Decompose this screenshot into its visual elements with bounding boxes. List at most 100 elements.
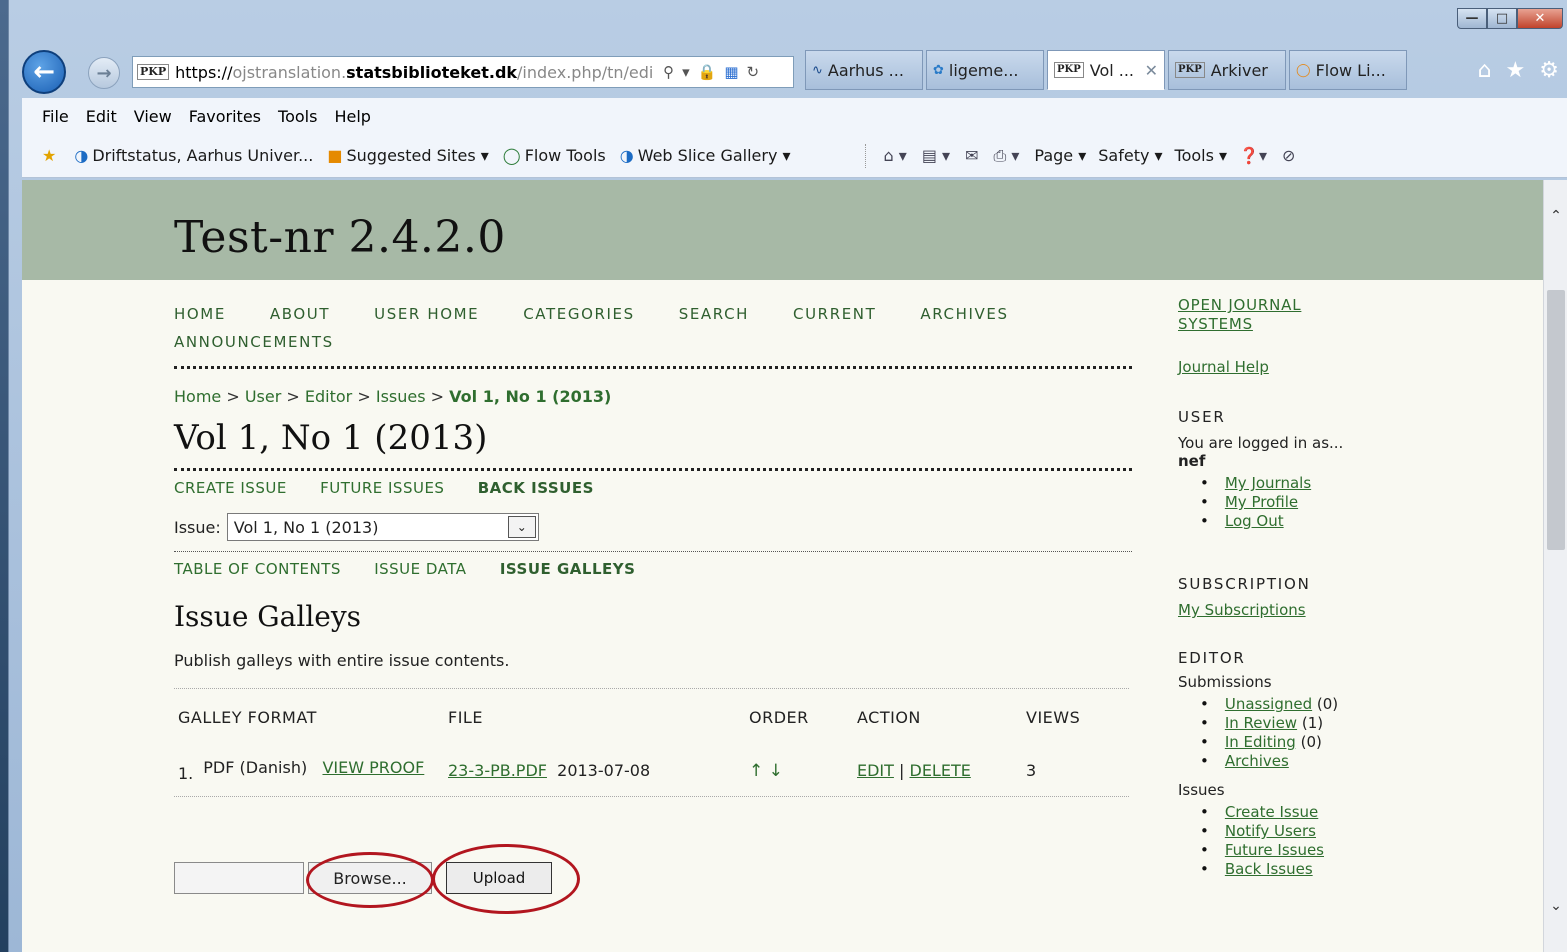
tab-issue-data[interactable]: ISSUE DATA <box>374 560 466 578</box>
menu-tools[interactable]: Tools <box>278 107 317 126</box>
page-menu[interactable]: Page ▾ <box>1034 146 1086 165</box>
create-issue-sidebar-link[interactable]: Create Issue <box>1225 803 1318 821</box>
edit-link[interactable]: EDIT <box>857 761 894 780</box>
create-issue-link[interactable]: CREATE ISSUE <box>174 479 287 497</box>
in-review-link[interactable]: In Review <box>1225 714 1297 732</box>
unassigned-link[interactable]: Unassigned <box>1225 695 1312 713</box>
feeds-command[interactable]: ▤ ▾ <box>922 146 953 165</box>
tab-issue-galleys[interactable]: ISSUE GALLEYS <box>500 560 636 578</box>
url-subdomain: ojstranslation. <box>232 62 347 82</box>
refresh-icon[interactable]: ↻ <box>747 63 760 81</box>
search-icon[interactable]: ⚲ <box>663 63 674 81</box>
tools-menu[interactable]: Tools ▾ <box>1175 146 1228 165</box>
nav-about[interactable]: ABOUT <box>270 305 330 323</box>
header-galley-format: GALLEY FORMAT <box>178 707 317 727</box>
scroll-up-icon[interactable]: ⌃ <box>1544 204 1567 228</box>
back-issues-link[interactable]: BACK ISSUES <box>478 479 594 497</box>
dropdown-icon[interactable]: ▾ <box>682 63 690 81</box>
view-proof-link[interactable]: VIEW PROOF <box>322 758 424 777</box>
nav-user-home[interactable]: USER HOME <box>374 305 479 323</box>
safety-menu[interactable]: Safety ▾ <box>1098 146 1162 165</box>
nav-categories[interactable]: CATEGORIES <box>523 305 635 323</box>
nav-announcements[interactable]: ANNOUNCEMENTS <box>174 333 334 351</box>
breadcrumb-current[interactable]: Vol 1, No 1 (2013) <box>449 387 611 406</box>
forward-arrow-icon: → <box>96 62 112 84</box>
username: nef <box>1178 452 1206 470</box>
menu-help[interactable]: Help <box>334 107 370 126</box>
in-editing-link[interactable]: In Editing <box>1225 733 1296 751</box>
file-path-input[interactable] <box>174 862 304 894</box>
site-header: Test-nr 2.4.2.0 <box>22 180 1543 280</box>
issue-select[interactable]: Vol 1, No 1 (2013) ⌄ <box>226 513 539 541</box>
scroll-down-icon[interactable]: ⌄ <box>1544 894 1567 918</box>
forward-button[interactable]: → <box>88 57 120 89</box>
close-tab-icon[interactable]: ✕ <box>1145 61 1158 80</box>
issues-list: Create Issue Notify Users Future Issues … <box>1200 803 1508 879</box>
archives-link[interactable]: Archives <box>1225 752 1289 770</box>
tab-flow[interactable]: ◯ Flow Li... <box>1289 50 1407 90</box>
menu-file[interactable]: File <box>42 107 69 126</box>
favorite-web-slice-gallery[interactable]: ◑ Web Slice Gallery ▾ <box>620 146 791 165</box>
my-profile-link[interactable]: My Profile <box>1225 493 1298 511</box>
maximize-button[interactable]: □ <box>1487 8 1517 29</box>
address-url[interactable]: https://ojstranslation.statsbiblioteket.… <box>175 63 655 82</box>
tab-arkiver[interactable]: PKP Arkiver <box>1168 50 1286 90</box>
nav-archives[interactable]: ARCHIVES <box>920 305 1008 323</box>
back-issues-sidebar-link[interactable]: Back Issues <box>1225 860 1313 878</box>
my-subscriptions-link[interactable]: My Subscriptions <box>1178 601 1508 619</box>
favorite-suggested-sites[interactable]: ■ Suggested Sites ▾ <box>327 146 488 165</box>
notify-users-link[interactable]: Notify Users <box>1225 822 1316 840</box>
mail-icon: ✉ <box>965 146 979 165</box>
tab-vol[interactable]: PKP Vol ... ✕ <box>1047 50 1165 90</box>
order-arrows[interactable]: ↑ ↓ <box>749 761 857 781</box>
help-command[interactable]: ❓▾ <box>1239 146 1270 165</box>
breadcrumb-home[interactable]: Home <box>174 387 221 406</box>
ojs-link[interactable]: OPEN JOURNAL SYSTEMS <box>1178 296 1328 334</box>
future-issues-link[interactable]: FUTURE ISSUES <box>320 479 444 497</box>
menu-favorites[interactable]: Favorites <box>189 107 261 126</box>
scroll-thumb[interactable] <box>1547 290 1565 550</box>
address-bar[interactable]: PKP https://ojstranslation.statsbibliote… <box>132 56 794 88</box>
favorite-driftstatus[interactable]: ◑ Driftstatus, Aarhus Univer... <box>74 146 313 165</box>
mail-command[interactable]: ✉ <box>965 146 981 165</box>
add-favorite-button[interactable]: ★ <box>42 146 60 165</box>
breadcrumb-editor[interactable]: Editor <box>305 387 352 406</box>
breadcrumb-issues[interactable]: Issues <box>376 387 426 406</box>
nav-search[interactable]: SEARCH <box>679 305 749 323</box>
compat-view-icon[interactable]: ▦ <box>724 63 738 81</box>
file-link[interactable]: 23-3-PB.PDF <box>448 761 547 780</box>
tab-label: Aarhus ... <box>827 60 904 80</box>
favorite-label: Suggested Sites ▾ <box>346 146 489 165</box>
gear-icon[interactable]: ⚙ <box>1539 58 1559 83</box>
tab-table-of-contents[interactable]: TABLE OF CONTENTS <box>174 560 341 578</box>
journal-help-link[interactable]: Journal Help <box>1178 358 1508 376</box>
table-header: GALLEY FORMAT FILE ORDER ACTION VIEWS <box>174 689 1129 745</box>
vertical-scrollbar[interactable]: ⌃ ⌄ <box>1543 180 1567 952</box>
future-issues-sidebar-link[interactable]: Future Issues <box>1225 841 1324 859</box>
tab-ligeme[interactable]: ✿ ligeme... <box>926 50 1044 90</box>
menu-view[interactable]: View <box>134 107 172 126</box>
close-window-button[interactable]: ✕ <box>1517 8 1563 29</box>
delete-link[interactable]: DELETE <box>910 761 971 780</box>
chevron-down-icon[interactable]: ⌄ <box>507 516 536 538</box>
breadcrumb-user[interactable]: User <box>245 387 281 406</box>
issues-label: Issues <box>1178 781 1225 799</box>
log-out-link[interactable]: Log Out <box>1225 512 1284 530</box>
lock-icon[interactable]: 🔒 <box>698 63 717 81</box>
menu-edit[interactable]: Edit <box>86 107 117 126</box>
nav-home[interactable]: HOME <box>174 305 226 323</box>
tab-aarhus[interactable]: ∿ Aarhus ... <box>805 50 923 90</box>
print-command[interactable]: ⎙ ▾ <box>993 146 1022 166</box>
main-content: HOME ABOUT USER HOME CATEGORIES SEARCH CURREN… <box>174 300 1132 797</box>
my-journals-link[interactable]: My Journals <box>1225 474 1311 492</box>
file-date: 2013-07-08 <box>557 761 651 780</box>
home-icon[interactable]: ⌂ <box>1478 58 1492 83</box>
ie-icon: ◑ <box>74 146 89 165</box>
back-button[interactable]: ← <box>22 50 66 94</box>
favorites-star-icon[interactable]: ★ <box>1506 58 1526 83</box>
home-command[interactable]: ⌂ ▾ <box>884 146 910 165</box>
nav-current[interactable]: CURRENT <box>793 305 876 323</box>
research-command[interactable]: ⊘ <box>1282 146 1298 165</box>
favorite-flow-tools[interactable]: ◯ Flow Tools <box>503 146 606 165</box>
minimize-button[interactable]: — <box>1457 8 1487 29</box>
